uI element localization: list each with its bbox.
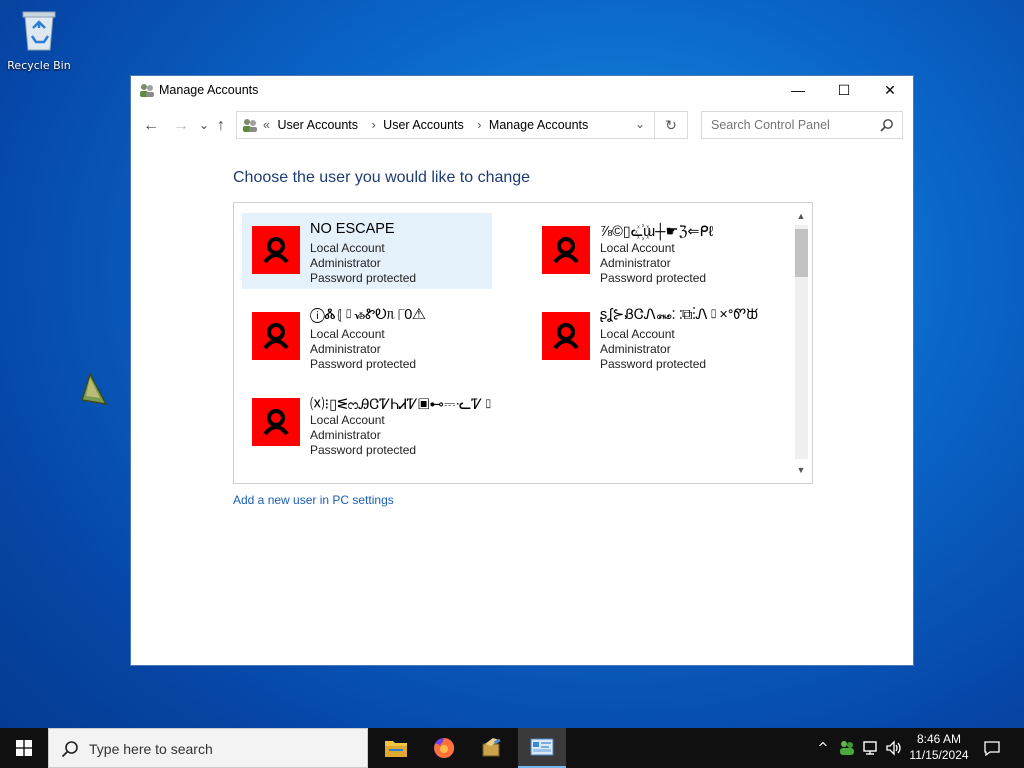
user-status: Password protected: [310, 357, 417, 371]
user-role: Administrator: [600, 342, 671, 356]
user-accounts-icon: [243, 119, 257, 132]
taskbar: Type here to search ^ 8:46 AM 11/15/2024: [0, 728, 1024, 768]
user-avatar-icon: [252, 398, 300, 446]
user-role: Administrator: [310, 256, 381, 270]
forward-button[interactable]: →: [173, 117, 189, 135]
user-type: Local Account: [310, 327, 385, 341]
page-title: Choose the user you would like to change: [233, 169, 531, 186]
user-role: Administrator: [310, 342, 381, 356]
address-dropdown-icon[interactable]: ⌄: [635, 117, 645, 131]
user-name: ⒳⁝▯ᓬᦂᎯᏣᏤᏂᏗᏤ▣⊷⎓ᓦᏤ▯: [310, 397, 494, 413]
user-name: ʂʆ⊱ᏰᏣᏁ꘏⸬⧉⁝Ꮑ▯×ᐤᏛᙔ: [600, 307, 759, 323]
add-user-link[interactable]: Add a new user in PC settings: [233, 493, 394, 507]
maximize-button[interactable]: ☐: [821, 76, 867, 104]
address-bar[interactable]: « User Accounts › User Accounts › Manage…: [236, 111, 688, 139]
user-status: Password protected: [310, 271, 417, 285]
manage-accounts-window: Manage Accounts — ☐ ✕ ← → ⌄ ↑ « User Acc…: [130, 75, 914, 666]
breadcrumb-item[interactable]: User Accounts: [383, 118, 464, 132]
recycle-bin-icon: [22, 11, 56, 51]
network-icon: [863, 741, 877, 755]
user-tile[interactable]: ⒳⁝▯ᓬᦂᎯᏣᏤᏂᏗᏤ▣⊷⎓ᓦᏤ▯ Local Account Administ…: [242, 385, 494, 461]
control-panel-icon: [530, 738, 554, 756]
user-name: ⓘᏜ⦃▯ᏹᏑᎧᥰ⎾0⚠: [310, 307, 426, 323]
user-tile[interactable]: NO ESCAPE Local Account Administrator Pa…: [242, 213, 492, 289]
user-name: ⅞©▯ᓚ꙰ɯ┼☛ℨ⇐ᑭℓ: [600, 224, 714, 240]
taskbar-search-placeholder: Type here to search: [89, 741, 213, 757]
user-avatar-icon: [252, 312, 300, 360]
user-role: Administrator: [310, 428, 381, 442]
close-button[interactable]: ✕: [867, 76, 913, 104]
breadcrumb-separator[interactable]: ›: [372, 118, 376, 132]
user-avatar-icon: [542, 312, 590, 360]
firefox-icon: [434, 737, 455, 758]
user-status: Password protected: [600, 357, 707, 371]
file-explorer-button[interactable]: [372, 728, 420, 768]
user-type: Local Account: [600, 241, 675, 255]
navigation-bar: ← → ⌄ ↑ « User Accounts › User Accounts …: [131, 111, 913, 141]
minimize-button[interactable]: —: [775, 76, 821, 104]
show-hidden-icons-button[interactable]: ^: [814, 728, 832, 768]
scroll-thumb[interactable]: [795, 229, 808, 277]
recycle-bin-label: Recycle Bin: [7, 59, 71, 72]
user-tile[interactable]: ʂʆ⊱ᏰᏣᏁ꘏⸬⧉⁝Ꮑ▯×ᐤᏛᙔ Local Account Administr…: [532, 299, 782, 375]
user-role: Administrator: [600, 256, 671, 270]
window-title: Manage Accounts: [159, 83, 259, 97]
shield-people-icon: [840, 741, 854, 755]
installer-app-button[interactable]: [468, 728, 516, 768]
vertical-scrollbar[interactable]: ▲ ▼: [790, 203, 812, 483]
clock-time: 8:46 AM: [916, 732, 962, 746]
search-icon: [61, 741, 78, 758]
breadcrumb-item[interactable]: User Accounts: [277, 118, 358, 132]
user-tile[interactable]: ⓘᏜ⦃▯ᏹᏑᎧᥰ⎾0⚠ Local Account Administrator …: [242, 299, 492, 375]
back-button[interactable]: ←: [143, 117, 159, 135]
folder-icon: [385, 741, 407, 757]
user-type: Local Account: [600, 327, 675, 341]
recycle-bin[interactable]: Recycle Bin: [4, 8, 74, 72]
search-icon[interactable]: [880, 118, 894, 132]
user-type: Local Account: [310, 241, 385, 255]
breadcrumb-separator[interactable]: ›: [477, 118, 481, 132]
breadcrumb: « User Accounts › User Accounts › Manage…: [263, 118, 592, 132]
search-box[interactable]: [701, 111, 903, 139]
firefox-button[interactable]: [420, 728, 468, 768]
scroll-down-icon[interactable]: ▼: [790, 461, 812, 479]
refresh-button[interactable]: ↻: [654, 112, 687, 138]
user-status: Password protected: [310, 443, 417, 457]
user-accounts-icon: [140, 84, 154, 97]
clock-date: 11/15/2024: [909, 748, 969, 762]
taskbar-clock[interactable]: 8:46 AM 11/15/2024: [900, 731, 978, 763]
taskbar-search-box[interactable]: Type here to search: [48, 728, 368, 768]
user-list: NO ESCAPE Local Account Administrator Pa…: [233, 202, 813, 484]
user-type: Local Account: [310, 413, 385, 427]
user-avatar-icon: [252, 226, 300, 274]
notifications-button[interactable]: [980, 728, 1004, 768]
user-name: NO ESCAPE: [310, 221, 395, 237]
control-panel-button[interactable]: [518, 728, 566, 768]
security-tray-icon[interactable]: [836, 728, 858, 768]
user-status: Password protected: [600, 271, 707, 285]
user-avatar-icon: [542, 226, 590, 274]
breadcrumb-item[interactable]: Manage Accounts: [489, 118, 588, 132]
scroll-up-icon[interactable]: ▲: [790, 207, 812, 225]
notification-icon: [984, 741, 1000, 756]
search-input[interactable]: [709, 117, 878, 133]
network-tray-icon[interactable]: [860, 728, 882, 768]
title-bar[interactable]: Manage Accounts — ☐ ✕: [131, 76, 913, 106]
up-button[interactable]: ↑: [217, 117, 225, 135]
recent-locations-button[interactable]: ⌄: [199, 118, 209, 132]
triangle-cursor-icon: [81, 372, 108, 405]
installer-icon: [482, 738, 501, 757]
breadcrumb-overflow[interactable]: «: [263, 118, 270, 132]
start-button[interactable]: [0, 728, 48, 768]
user-tile[interactable]: ⅞©▯ᓚ꙰ɯ┼☛ℨ⇐ᑭℓ Local Account Administrator…: [532, 213, 782, 289]
windows-logo-icon: [16, 740, 32, 756]
